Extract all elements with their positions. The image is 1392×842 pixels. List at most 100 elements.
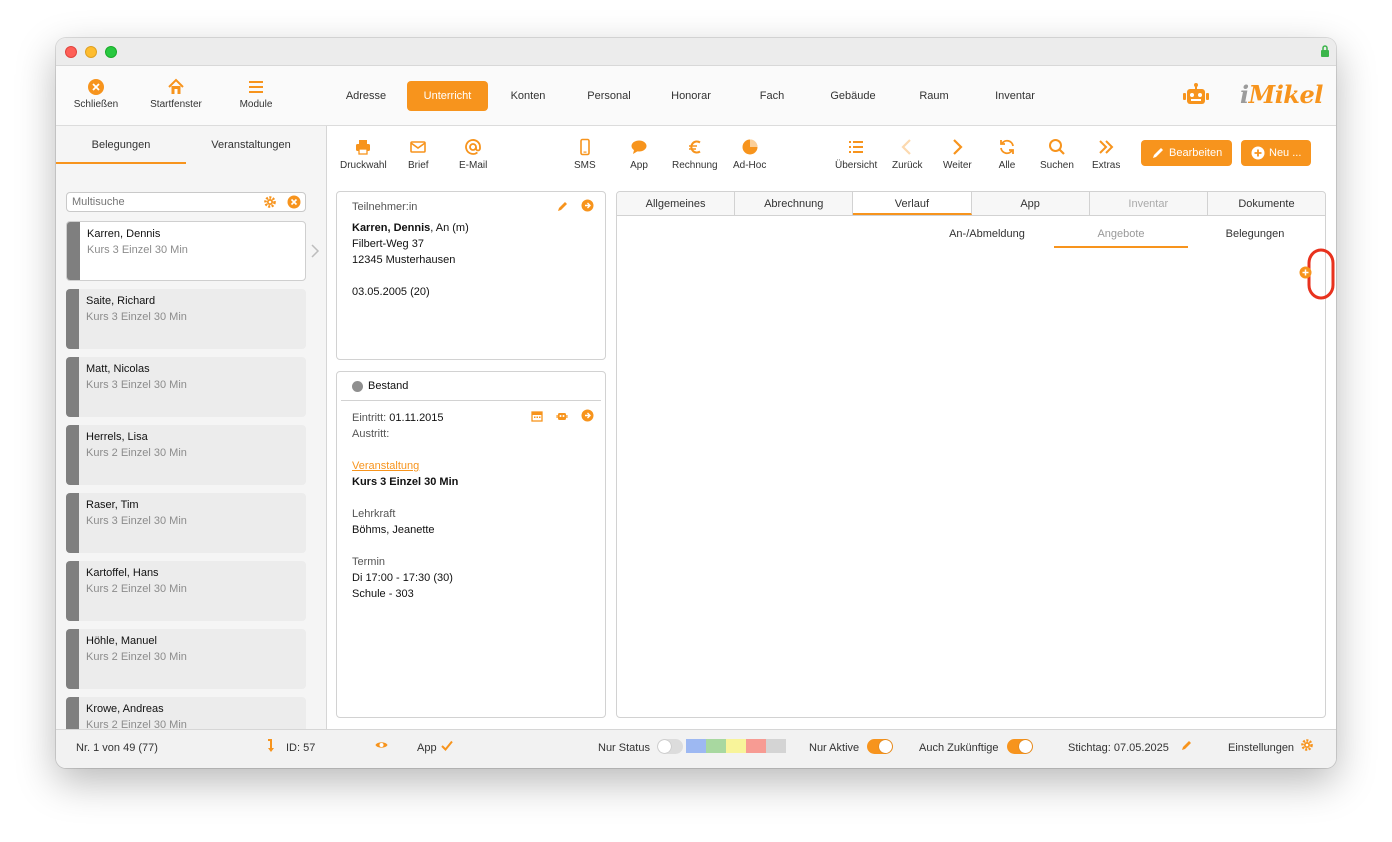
modules-button-label: Module: [239, 99, 273, 110]
invoice-button[interactable]: Rechnung: [672, 138, 718, 171]
subtab-angebote[interactable]: Angebote: [1054, 228, 1188, 248]
sms-button[interactable]: SMS: [574, 138, 596, 171]
zoom-window-button[interactable]: [105, 46, 117, 58]
chat-icon: [631, 140, 647, 154]
swatch-green[interactable]: [706, 739, 726, 753]
item-name: Höhle, Manuel: [86, 635, 157, 647]
schedule-label: Termin: [352, 556, 386, 568]
tab-belegungen[interactable]: Belegungen: [56, 126, 186, 164]
participant-panel: Teilnehmer:in Karren, Dennis, An (m) Fil…: [336, 191, 606, 360]
arrow-circle-icon[interactable]: [581, 199, 594, 212]
list-item[interactable]: Raser, Tim Kurs 3 Einzel 30 Min: [66, 493, 306, 553]
entry-label: Eintritt:: [352, 412, 387, 424]
modules-button[interactable]: Module: [216, 78, 296, 110]
email-button[interactable]: E-Mail: [459, 138, 487, 171]
title-bar: [56, 38, 1336, 66]
eye-icon[interactable]: [375, 740, 388, 750]
gear-icon[interactable]: [1300, 738, 1314, 752]
subtab-an-abmeldung[interactable]: An-/Abmeldung: [937, 228, 1037, 248]
nur-status-toggle[interactable]: [657, 739, 683, 754]
all-button[interactable]: Alle: [998, 138, 1016, 171]
tab-inventar-detail[interactable]: Inventar: [1090, 192, 1208, 215]
adhoc-button[interactable]: Ad-Hoc: [733, 138, 766, 171]
pencil-icon[interactable]: [557, 200, 569, 212]
tab-adresse[interactable]: Adresse: [334, 81, 398, 111]
item-course: Kurs 2 Einzel 30 Min: [86, 447, 187, 459]
list-item[interactable]: Höhle, Manuel Kurs 2 Einzel 30 Min: [66, 629, 306, 689]
tab-verlauf[interactable]: Verlauf: [853, 192, 972, 215]
auch-zukuenftige-toggle[interactable]: [1007, 739, 1033, 754]
list-item[interactable]: Saite, Richard Kurs 3 Einzel 30 Min: [66, 289, 306, 349]
calendar-icon[interactable]: [531, 410, 543, 422]
list-item[interactable]: Karren, Dennis Kurs 3 Einzel 30 Min: [66, 221, 306, 281]
tab-honorar[interactable]: Honorar: [656, 81, 726, 111]
record-id: ID: 57: [286, 742, 316, 754]
extras-button[interactable]: Extras: [1092, 138, 1120, 171]
tab-raum[interactable]: Raum: [908, 81, 960, 111]
chevron-right-icon[interactable]: [310, 244, 320, 258]
tab-allgemeines[interactable]: Allgemeines: [617, 192, 736, 215]
nur-aktive-toggle[interactable]: [867, 739, 893, 754]
exit-label: Austritt:: [352, 428, 390, 440]
lock-icon: [1321, 45, 1329, 57]
next-button[interactable]: Weiter: [943, 138, 972, 171]
event-link[interactable]: Veranstaltung: [352, 460, 419, 472]
tab-abrechnung[interactable]: Abrechnung: [735, 192, 854, 215]
gear-icon[interactable]: [263, 195, 277, 209]
close-button-label: Schließen: [73, 99, 119, 110]
tab-inventar[interactable]: Inventar: [980, 81, 1050, 111]
letter-button[interactable]: Brief: [408, 138, 429, 171]
adhoc-label: Ad-Hoc: [733, 160, 767, 171]
enrollment-panel: Bestand Eintritt: 01.11.2015 Austritt: V…: [336, 371, 606, 718]
minimize-window-button[interactable]: [85, 46, 97, 58]
entry-date: 01.11.2015: [389, 412, 444, 424]
robot-icon[interactable]: [556, 410, 568, 422]
status-color-filter[interactable]: [686, 739, 786, 753]
pie-chart-icon: [742, 139, 758, 155]
arrow-circle-icon[interactable]: [581, 409, 594, 422]
event-value: Kurs 3 Einzel 30 Min: [352, 476, 459, 488]
arrow-down-icon[interactable]: [266, 739, 276, 753]
tab-unterricht[interactable]: Unterricht: [407, 81, 488, 111]
list-item[interactable]: Kartoffel, Hans Kurs 2 Einzel 30 Min: [66, 561, 306, 621]
list-item[interactable]: Krowe, Andreas Kurs 2 Einzel 30 Min: [66, 697, 306, 729]
close-circle-icon: [88, 79, 104, 95]
list-item[interactable]: Matt, Nicolas Kurs 3 Einzel 30 Min: [66, 357, 306, 417]
home-button[interactable]: Startfenster: [136, 78, 216, 110]
overview-button[interactable]: Übersicht: [835, 138, 877, 171]
tab-gebaeude[interactable]: Gebäude: [818, 81, 888, 111]
close-window-button[interactable]: [65, 46, 77, 58]
new-button[interactable]: Neu ...: [1241, 140, 1312, 166]
tab-dokumente[interactable]: Dokumente: [1208, 192, 1325, 215]
multisearch-input[interactable]: [67, 193, 247, 211]
item-course: Kurs 3 Einzel 30 Min: [86, 379, 187, 391]
tab-veranstaltungen[interactable]: Veranstaltungen: [186, 126, 316, 164]
swatch-red[interactable]: [746, 739, 766, 753]
main-toolbar: Schließen Startfenster Module Adresse Un…: [56, 66, 1336, 126]
close-button[interactable]: Schließen: [56, 78, 136, 110]
clear-search-icon[interactable]: [287, 195, 301, 209]
swatch-blue[interactable]: [686, 739, 706, 753]
detail-tabs: Allgemeines Abrechnung Verlauf App Inven…: [617, 192, 1325, 216]
swatch-grey[interactable]: [766, 739, 786, 753]
tab-app[interactable]: App: [972, 192, 1090, 215]
record-counter: Nr. 1 von 49 (77): [76, 742, 158, 754]
search-button[interactable]: Suchen: [1040, 138, 1074, 171]
plus-circle-icon[interactable]: [1299, 266, 1312, 279]
list-item[interactable]: Herrels, Lisa Kurs 2 Einzel 30 Min: [66, 425, 306, 485]
subtab-belegungen[interactable]: Belegungen: [1205, 228, 1305, 248]
swatch-yellow[interactable]: [726, 739, 746, 753]
status-bar: [66, 493, 79, 553]
back-button[interactable]: Zurück: [892, 138, 923, 171]
app-button[interactable]: App: [630, 138, 648, 171]
tab-fach[interactable]: Fach: [744, 81, 800, 111]
participant-header: Teilnehmer:in: [352, 201, 418, 213]
tab-personal[interactable]: Personal: [574, 81, 644, 111]
tab-konten[interactable]: Konten: [497, 81, 559, 111]
print-button[interactable]: Druckwahl: [340, 138, 387, 171]
edit-button[interactable]: Bearbeiten: [1141, 140, 1233, 166]
robot-icon[interactable]: [1182, 82, 1210, 110]
refresh-icon: [1000, 139, 1014, 155]
pencil-icon[interactable]: [1181, 739, 1193, 751]
item-name: Saite, Richard: [86, 295, 156, 307]
